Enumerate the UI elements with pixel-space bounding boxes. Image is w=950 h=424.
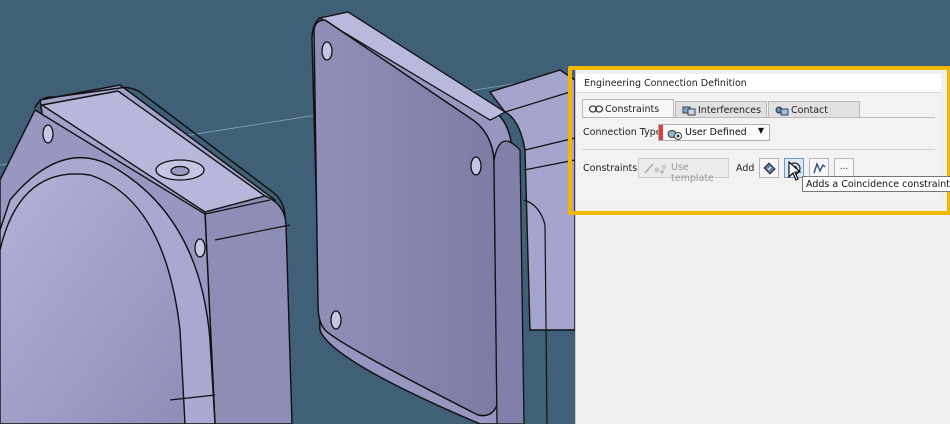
- highlight-frame: [568, 66, 950, 215]
- mouse-cursor-icon: [788, 160, 802, 185]
- coincidence-tooltip: Adds a Coincidence constraint: [802, 176, 950, 192]
